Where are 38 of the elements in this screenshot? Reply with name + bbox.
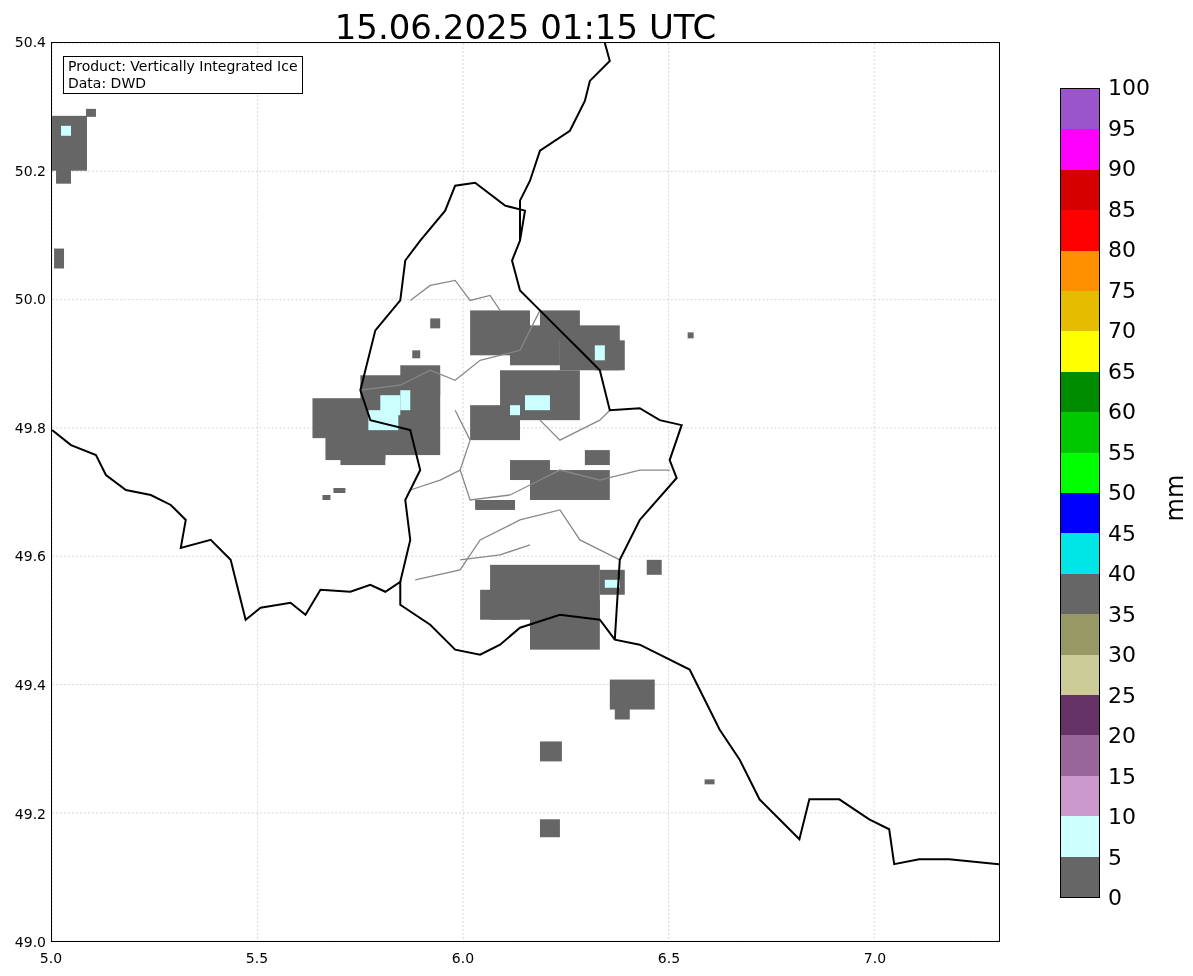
colorbar-tick-label: 25: [1108, 683, 1136, 708]
colorbar-tick-label: 35: [1108, 602, 1136, 627]
colorbar-unit-label: mm: [1160, 473, 1190, 523]
colorbar-tick-label: 15: [1108, 764, 1136, 789]
y-tick-label: 50.4: [13, 34, 46, 50]
colorbar-tick-label: 80: [1108, 238, 1136, 262]
x-tick-label: 6.0: [450, 949, 476, 968]
y-tick-label: 49.0: [13, 934, 46, 951]
colorbar-tick-label: 5: [1108, 845, 1122, 870]
x-tick-label: 7.0: [862, 949, 888, 968]
y-tick-label: 49.8: [13, 419, 46, 436]
colorbar-tick-label: 65: [1108, 359, 1136, 384]
colorbar-tick-label: 20: [1108, 724, 1136, 748]
colorbar-tick-label: 85: [1108, 197, 1136, 222]
x-tick-label: 5.0: [38, 949, 64, 968]
colorbar-tick-label: 75: [1108, 278, 1136, 303]
info-text: Data: DWD: [68, 75, 147, 92]
chart-title: 15.06.2025 01:15 UTC: [333, 6, 718, 49]
colorbar-tick-label: 10: [1108, 805, 1136, 829]
colorbar-tick-label: 30: [1108, 643, 1136, 667]
y-tick-label: 50.0: [13, 291, 46, 308]
colorbar-tick-label: 95: [1108, 116, 1136, 141]
x-tick-label: 5.5: [244, 949, 270, 968]
info-text: Product: Vertically Integrated Ice: [68, 58, 298, 75]
y-tick-label: 49.4: [13, 677, 46, 693]
x-tick-label: 6.5: [656, 949, 682, 968]
colorbar-tick-label: 0: [1108, 886, 1122, 910]
colorbar-tick-label: 70: [1108, 319, 1136, 343]
y-tick-label: 50.2: [13, 162, 46, 179]
y-tick-label: 49.6: [13, 548, 46, 565]
colorbar-tick-label: 60: [1108, 400, 1136, 424]
colorbar-tick-label: 55: [1108, 440, 1136, 465]
colorbar-tick-label: 50: [1108, 481, 1136, 505]
colorbar-tick-label: 90: [1108, 157, 1136, 181]
colorbar-tick-label: 45: [1108, 521, 1136, 546]
colorbar-tick-label: 40: [1108, 562, 1136, 586]
y-tick-label: 49.2: [13, 805, 46, 822]
colorbar-tick-label: 100: [1108, 76, 1150, 100]
